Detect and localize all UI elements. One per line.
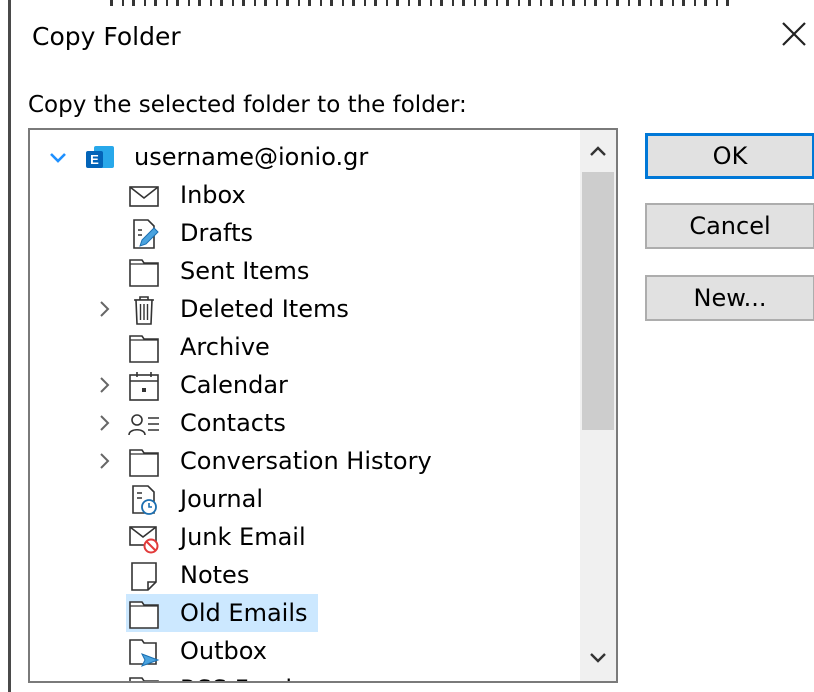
close-icon bbox=[782, 22, 806, 46]
tree-item-label: Archive bbox=[180, 333, 270, 361]
chevron-down-icon bbox=[590, 653, 606, 663]
tree-item-inbox[interactable]: Inbox bbox=[30, 176, 578, 214]
tree-item-sent-items[interactable]: Sent Items bbox=[30, 252, 578, 290]
copy-folder-dialog: Copy Folder Copy the selected folder to … bbox=[0, 0, 814, 692]
vertical-scrollbar[interactable] bbox=[580, 130, 616, 681]
tree-item-conversation-history[interactable]: Conversation History bbox=[30, 442, 578, 480]
tree-item-label: Inbox bbox=[180, 181, 246, 209]
junk-email-icon bbox=[129, 526, 159, 554]
tree-item-label: Junk Email bbox=[180, 523, 306, 551]
scrollbar-thumb[interactable] bbox=[582, 172, 614, 430]
tree-item-label: Journal bbox=[180, 485, 264, 513]
inbox-icon bbox=[129, 186, 159, 207]
tree-item-label: Old Emails bbox=[180, 599, 308, 627]
tree-item-label: Calendar bbox=[180, 371, 288, 399]
folder-icon bbox=[129, 335, 159, 363]
background-window-strip bbox=[110, 0, 730, 6]
tree-item-archive[interactable]: Archive bbox=[30, 328, 578, 366]
chevron-up-icon bbox=[590, 146, 606, 156]
tree-item-label: Deleted Items bbox=[180, 295, 349, 323]
folder-icon bbox=[129, 677, 159, 681]
tree-item-notes[interactable]: Notes bbox=[30, 556, 578, 594]
prompt-label: Copy the selected folder to the folder: bbox=[28, 92, 467, 118]
tree-item-calendar[interactable]: Calendar bbox=[30, 366, 578, 404]
tree-item-account[interactable]: E username@ionio.gr bbox=[30, 138, 578, 176]
tree-item-label: RSS Feeds bbox=[180, 675, 305, 681]
tree-item-old-emails[interactable]: Old Emails bbox=[30, 594, 578, 632]
svg-text:E: E bbox=[90, 152, 99, 167]
tree-item-label: Drafts bbox=[180, 219, 253, 247]
tree-item-junk-email[interactable]: Junk Email bbox=[30, 518, 578, 556]
exchange-account-icon: E bbox=[86, 146, 114, 168]
tree-item-outbox[interactable]: Outbox bbox=[30, 632, 578, 670]
contacts-icon bbox=[128, 414, 159, 436]
journal-icon bbox=[132, 485, 157, 515]
chevron-right-icon[interactable] bbox=[94, 374, 114, 396]
tree-item-label: username@ionio.gr bbox=[134, 143, 369, 171]
chevron-right-icon[interactable] bbox=[94, 412, 114, 434]
folder-tree[interactable]: E username@ionio.gr Inbox Drafts Sent It… bbox=[28, 128, 618, 683]
trash-icon bbox=[134, 296, 154, 325]
calendar-icon bbox=[129, 372, 159, 401]
scroll-up-button[interactable] bbox=[580, 134, 616, 170]
close-button[interactable] bbox=[780, 20, 814, 54]
chevron-right-icon[interactable] bbox=[94, 298, 114, 320]
cancel-button[interactable]: Cancel bbox=[645, 203, 814, 249]
tree-item-label: Sent Items bbox=[180, 257, 310, 285]
window-edge bbox=[8, 0, 11, 692]
tree-item-drafts[interactable]: Drafts bbox=[30, 214, 578, 252]
tree-item-contacts[interactable]: Contacts bbox=[30, 404, 578, 442]
tree-item-rss-feeds[interactable]: RSS Feeds bbox=[30, 670, 578, 681]
outbox-icon bbox=[129, 639, 160, 667]
notes-icon bbox=[131, 562, 157, 591]
tree-item-journal[interactable]: Journal bbox=[30, 480, 578, 518]
drafts-icon bbox=[133, 219, 159, 249]
tree-item-label: Outbox bbox=[180, 637, 267, 665]
folder-icon bbox=[129, 601, 159, 629]
tree-item-label: Notes bbox=[180, 561, 250, 589]
folder-icon bbox=[129, 259, 159, 287]
chevron-down-icon[interactable] bbox=[48, 146, 68, 168]
tree-item-deleted-items[interactable]: Deleted Items bbox=[30, 290, 578, 328]
chevron-right-icon[interactable] bbox=[94, 450, 114, 472]
scroll-down-button[interactable] bbox=[580, 639, 616, 675]
ok-button[interactable]: OK bbox=[645, 133, 814, 179]
dialog-title: Copy Folder bbox=[32, 22, 181, 51]
tree-item-label: Conversation History bbox=[180, 447, 432, 475]
folder-icon bbox=[129, 449, 159, 477]
new-folder-button[interactable]: New... bbox=[645, 275, 814, 321]
tree-item-label: Contacts bbox=[180, 409, 286, 437]
